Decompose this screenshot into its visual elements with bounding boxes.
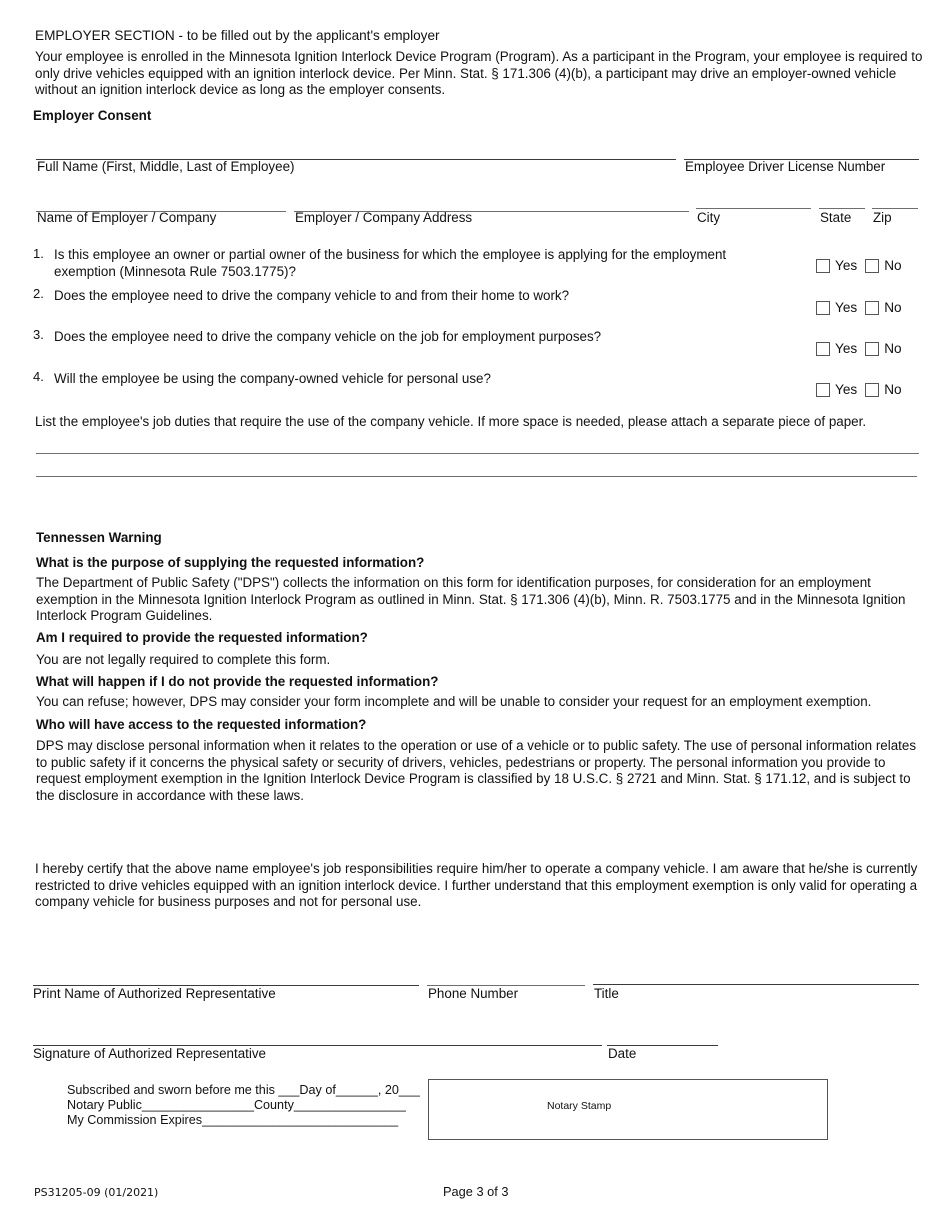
notary-stamp-label: Notary Stamp <box>547 1100 612 1112</box>
yes-label: Yes <box>835 258 858 273</box>
job-duties-line-2[interactable] <box>36 476 917 477</box>
state-input[interactable] <box>819 208 865 209</box>
question-number: 3. <box>33 327 44 342</box>
question-number: 4. <box>33 369 44 384</box>
tennessen-question: Am I required to provide the requested i… <box>36 630 368 645</box>
tennessen-answer: You are not legally required to complete… <box>36 652 331 667</box>
tennessen-answer: DPS may disclose personal information wh… <box>36 738 917 803</box>
notary-line-1: Subscribed and sworn before me this ___D… <box>67 1083 420 1097</box>
notary-line-2: Notary Public________________County_____… <box>67 1098 406 1112</box>
notary-stamp-box: Notary Stamp <box>428 1079 828 1140</box>
city-input[interactable] <box>696 208 811 209</box>
full-name-label: Full Name (First, Middle, Last of Employ… <box>37 159 295 174</box>
zip-input[interactable] <box>872 208 918 209</box>
form-code: PS31205-09 (01/2021) <box>34 1186 159 1199</box>
no-label: No <box>884 300 902 315</box>
question-2-yes-checkbox[interactable] <box>816 301 830 315</box>
yes-label: Yes <box>835 382 858 397</box>
license-number-label: Employee Driver License Number <box>685 159 886 174</box>
title-input[interactable] <box>593 984 919 985</box>
yes-label: Yes <box>835 300 858 315</box>
city-label: City <box>697 210 721 225</box>
print-name-label: Print Name of Authorized Representative <box>33 986 276 1001</box>
tennessen-question: What is the purpose of supplying the req… <box>36 555 425 570</box>
question-1-yes-checkbox[interactable] <box>816 259 830 273</box>
date-label: Date <box>608 1046 637 1061</box>
no-label: No <box>884 341 902 356</box>
employer-consent-heading: Employer Consent <box>33 108 152 123</box>
tennessen-answer: The Department of Public Safety ("DPS") … <box>36 575 906 624</box>
signature-label: Signature of Authorized Representative <box>33 1046 266 1061</box>
question-text: Does the employee need to drive the comp… <box>54 329 602 344</box>
tennessen-heading: Tennessen Warning <box>36 530 162 545</box>
phone-number-label: Phone Number <box>428 986 519 1001</box>
tennessen-question: What will happen if I do not provide the… <box>36 674 439 689</box>
question-number: 2. <box>33 286 44 301</box>
question-1-no-checkbox[interactable] <box>865 259 880 273</box>
section-title: EMPLOYER SECTION - to be filled out by t… <box>35 28 440 43</box>
no-label: No <box>884 382 902 397</box>
certification-statement: I hereby certify that the above name emp… <box>35 861 918 910</box>
question-4-no-checkbox[interactable] <box>865 383 880 397</box>
page-number: Page 3 of 3 <box>443 1184 509 1199</box>
no-label: No <box>884 258 902 273</box>
employer-name-label: Name of Employer / Company <box>37 210 217 225</box>
question-4-yes-checkbox[interactable] <box>816 383 830 397</box>
yes-label: Yes <box>835 341 858 356</box>
title-label: Title <box>594 986 619 1001</box>
question-number: 1. <box>33 246 44 261</box>
job-duties-line-1[interactable] <box>36 453 919 454</box>
question-3-no-checkbox[interactable] <box>865 342 880 356</box>
question-text: Will the employee be using the company-o… <box>54 371 491 386</box>
tennessen-answer: You can refuse; however, DPS may conside… <box>36 694 872 709</box>
state-label: State <box>820 210 852 225</box>
intro-paragraph: Your employee is enrolled in the Minneso… <box>35 49 923 98</box>
question-3-yes-checkbox[interactable] <box>816 342 830 356</box>
job-duties-prompt: List the employee's job duties that requ… <box>35 414 867 429</box>
notary-line-3: My Commission Expires___________________… <box>67 1113 399 1127</box>
tennessen-question: Who will have access to the requested in… <box>36 717 367 732</box>
employer-address-label: Employer / Company Address <box>295 210 473 225</box>
question-2-no-checkbox[interactable] <box>865 301 880 315</box>
zip-label: Zip <box>873 210 892 225</box>
question-text: Does the employee need to drive the comp… <box>54 288 570 303</box>
question-text: Is this employee an owner or partial own… <box>54 247 727 279</box>
